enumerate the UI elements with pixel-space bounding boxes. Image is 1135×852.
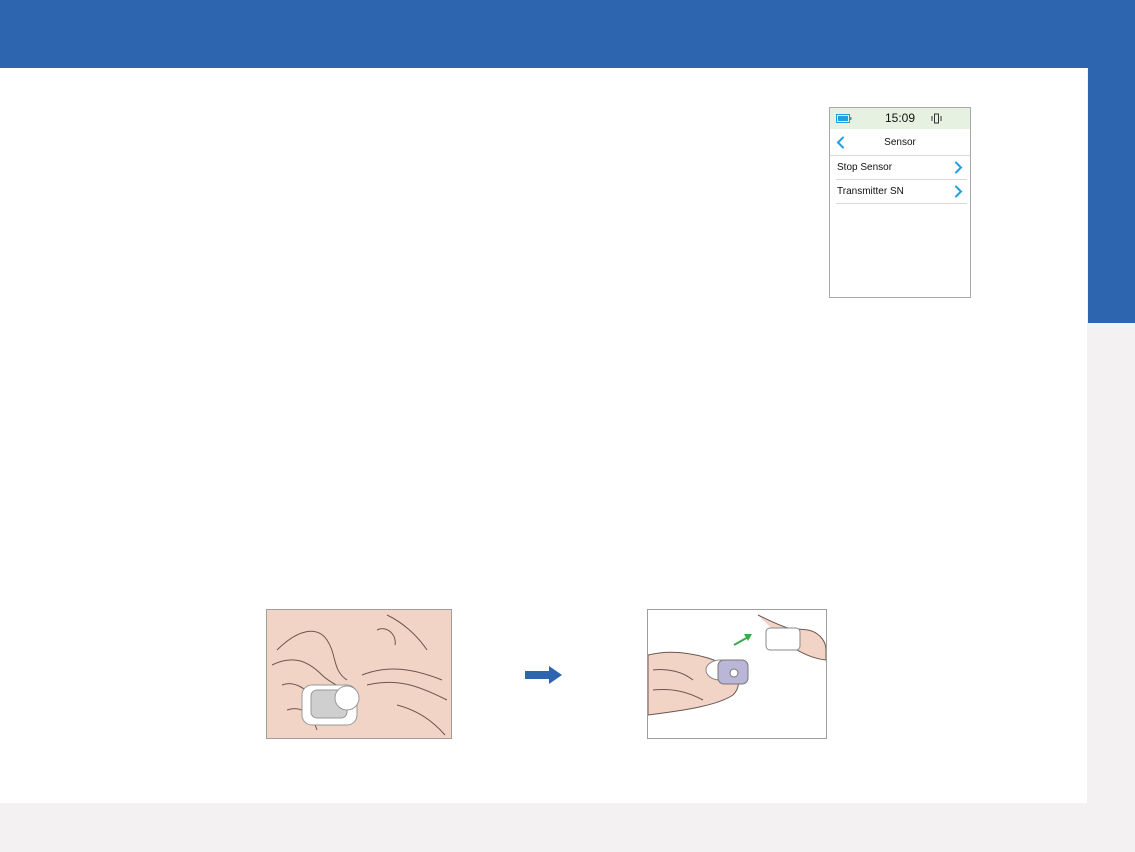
screen-title: Sensor	[884, 137, 916, 148]
chevron-right-icon	[955, 161, 963, 174]
side-tab	[1088, 68, 1135, 323]
menu-item-label: Transmitter SN	[837, 186, 904, 197]
menu-item-stop-sensor[interactable]: Stop Sensor	[836, 156, 967, 180]
menu-item-label: Stop Sensor	[837, 162, 893, 173]
vibrate-icon	[931, 113, 942, 124]
chevron-right-icon	[955, 185, 963, 198]
header-banner	[0, 0, 1135, 68]
screen-header: Sensor	[830, 129, 970, 156]
illustration-remove-transmitter	[647, 609, 827, 739]
illustration-peel-sensor	[266, 609, 452, 739]
device-screen: 15:09 Sensor Stop Sensor Transmitter SN	[829, 107, 971, 298]
status-bar: 15:09	[830, 108, 970, 129]
arrow-right-icon	[525, 666, 562, 684]
menu-item-transmitter-sn[interactable]: Transmitter SN	[836, 180, 967, 204]
status-time: 15:09	[884, 111, 916, 125]
